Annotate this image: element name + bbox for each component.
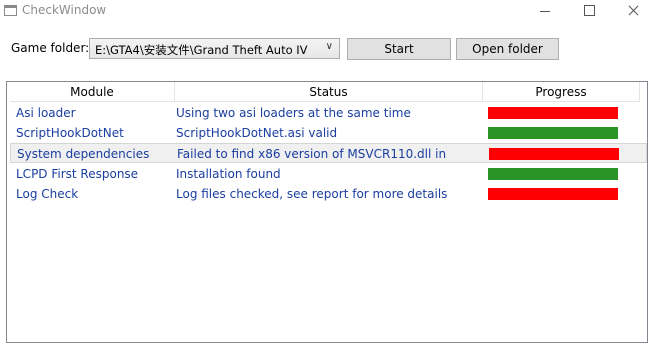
- module-name: LCPD First Response: [16, 167, 139, 181]
- status-text: Using two asi loaders at the same time: [176, 106, 411, 120]
- progress-bar: [489, 148, 619, 160]
- status-text: Log files checked, see report for more d…: [176, 187, 448, 201]
- list-item[interactable]: ScriptHookDotNet ScriptHookDotNet.asi va…: [10, 123, 647, 143]
- close-icon[interactable]: [611, 0, 655, 22]
- app-window-icon: [4, 5, 17, 16]
- open-folder-button[interactable]: Open folder: [456, 38, 559, 60]
- progress-bar: [488, 107, 618, 119]
- module-name: Asi loader: [16, 106, 76, 120]
- maximize-icon[interactable]: [567, 0, 611, 22]
- status-text: Failed to find x86 version of MSVCR110.d…: [177, 147, 447, 161]
- game-folder-combobox[interactable]: E:\GTA4\安装文件\Grand Theft Auto IV ∨: [89, 38, 340, 59]
- progress-bar: [488, 127, 618, 139]
- module-name: Log Check: [16, 187, 79, 201]
- list-item[interactable]: LCPD First Response Installation found: [10, 164, 647, 184]
- column-header-module[interactable]: Module: [10, 82, 175, 102]
- game-folder-value: E:\GTA4\安装文件\Grand Theft Auto IV: [95, 43, 308, 57]
- status-text: ScriptHookDotNet.asi valid: [176, 126, 338, 140]
- list-item-selected[interactable]: System dependencies Failed to find x86 v…: [10, 143, 647, 163]
- list-item[interactable]: Asi loader Using two asi loaders at the …: [10, 103, 647, 123]
- column-header-progress[interactable]: Progress: [483, 82, 640, 102]
- title-bar: CheckWindow: [0, 0, 655, 22]
- game-folder-label: Game folder:: [11, 41, 90, 55]
- column-header-status[interactable]: Status: [175, 82, 483, 102]
- progress-bar: [488, 168, 618, 180]
- window-title: CheckWindow: [22, 3, 107, 17]
- status-text: Installation found: [176, 167, 281, 181]
- progress-bar: [488, 188, 618, 200]
- minimize-icon[interactable]: [523, 0, 567, 22]
- start-button[interactable]: Start: [347, 38, 451, 60]
- check-results-list[interactable]: Module Status Progress Asi loader Using …: [6, 81, 648, 343]
- chevron-down-icon[interactable]: ∨: [326, 41, 333, 52]
- module-name: ScriptHookDotNet: [16, 126, 124, 140]
- list-item[interactable]: Log Check Log files checked, see report …: [10, 184, 647, 204]
- module-name: System dependencies: [17, 147, 150, 161]
- list-header: Module Status Progress: [7, 82, 647, 103]
